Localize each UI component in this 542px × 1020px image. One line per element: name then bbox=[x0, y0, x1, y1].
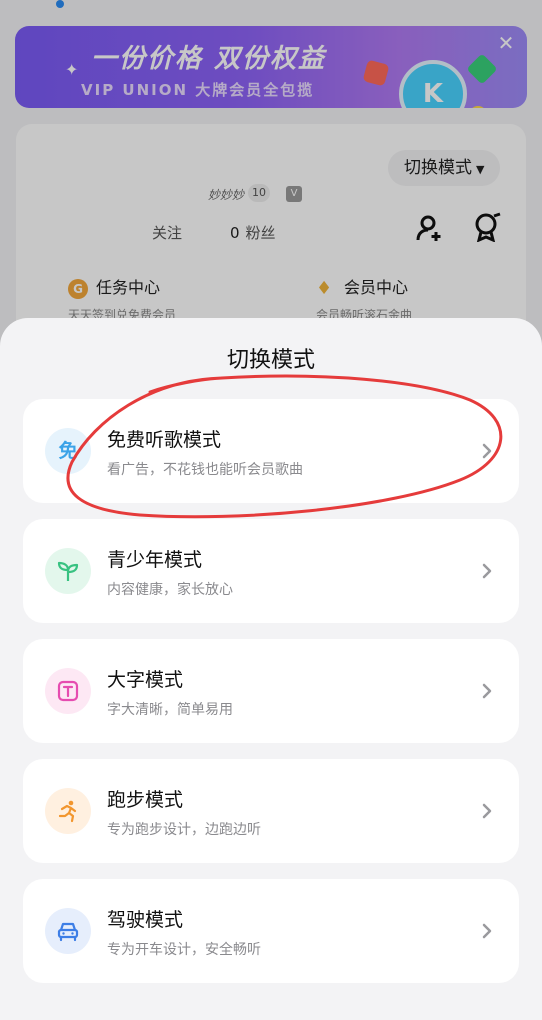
free-mode-glyph: 免 bbox=[58, 440, 78, 462]
mode-name: 驾驶模式 bbox=[107, 909, 184, 931]
sprout-icon bbox=[45, 548, 91, 594]
mode-desc: 专为开车设计，安全畅听 bbox=[107, 942, 261, 958]
mode-item-free[interactable]: 免 免费听歌模式 看广告，不花钱也能听会员歌曲 bbox=[23, 399, 519, 503]
car-icon bbox=[45, 908, 91, 954]
chevron-right-icon bbox=[482, 443, 492, 459]
switch-mode-sheet: 切换模式 免 免费听歌模式 看广告，不花钱也能听会员歌曲 青少年模式 内容健康，… bbox=[0, 318, 542, 1020]
chevron-right-icon bbox=[482, 563, 492, 579]
mode-item-running[interactable]: 跑步模式 专为跑步设计，边跑边听 bbox=[23, 759, 519, 863]
mode-desc: 看广告，不花钱也能听会员歌曲 bbox=[107, 462, 303, 478]
chevron-right-icon bbox=[482, 803, 492, 819]
chevron-right-icon bbox=[482, 683, 492, 699]
mode-name: 青少年模式 bbox=[107, 549, 203, 571]
text-size-icon bbox=[45, 668, 91, 714]
running-icon bbox=[45, 788, 91, 834]
sheet-title: 切换模式 bbox=[226, 348, 315, 373]
mode-item-driving[interactable]: 驾驶模式 专为开车设计，安全畅听 bbox=[23, 879, 519, 983]
mode-name: 免费听歌模式 bbox=[107, 429, 222, 451]
free-mode-icon: 免 bbox=[45, 428, 91, 474]
mode-desc: 专为跑步设计，边跑边听 bbox=[107, 822, 261, 838]
chevron-right-icon bbox=[482, 923, 492, 939]
mode-item-large-text[interactable]: 大字模式 字大清晰，简单易用 bbox=[23, 639, 519, 743]
mode-desc: 内容健康，家长放心 bbox=[107, 582, 233, 598]
mode-desc: 字大清晰，简单易用 bbox=[107, 702, 233, 718]
mode-name: 大字模式 bbox=[107, 669, 184, 691]
mode-item-youth[interactable]: 青少年模式 内容健康，家长放心 bbox=[23, 519, 519, 623]
mode-name: 跑步模式 bbox=[107, 789, 184, 811]
